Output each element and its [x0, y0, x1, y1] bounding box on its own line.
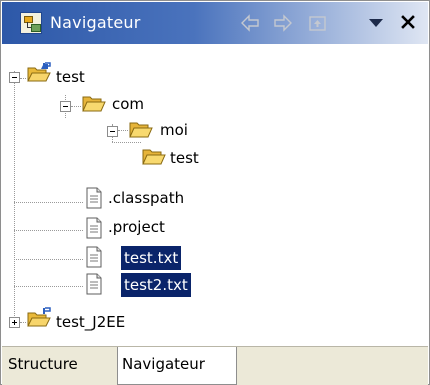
view-tab-bar: Structure Navigateur	[2, 346, 428, 385]
project-folder-icon	[27, 62, 51, 82]
tree-node-label: test2.txt	[121, 273, 191, 297]
file-icon	[86, 187, 102, 209]
view-title: Navigateur	[50, 13, 141, 32]
tree-node-label: .classpath	[108, 189, 185, 207]
view-menu-triangle-icon	[369, 19, 383, 27]
expand-toggle[interactable]	[9, 317, 20, 328]
view-menu-button[interactable]	[368, 17, 384, 35]
tree-node-label: moi	[160, 121, 188, 139]
folder-open-icon	[142, 149, 166, 165]
tree-node-label: test	[56, 68, 85, 86]
go-up-button[interactable]	[308, 14, 328, 32]
folder-open-icon	[129, 122, 153, 138]
back-button[interactable]	[240, 14, 260, 32]
file-icon	[86, 273, 102, 295]
navigator-view: Navigateur test com moi test .classpath …	[0, 0, 430, 385]
forward-button[interactable]	[273, 14, 293, 32]
tree-node-label: .project	[108, 218, 165, 236]
tree-node-label: test	[170, 149, 199, 167]
file-tree: test com moi test .classpath .project te…	[1, 45, 429, 345]
folder-open-icon	[82, 96, 106, 112]
close-view-button[interactable]	[399, 13, 417, 31]
close-icon	[401, 15, 415, 29]
tree-node-label: com	[112, 95, 145, 113]
view-title-bar: Navigateur	[2, 2, 428, 44]
collapse-toggle[interactable]	[60, 101, 71, 112]
file-icon	[86, 246, 102, 268]
tab-navigateur[interactable]: Navigateur	[117, 347, 237, 385]
tree-node-label: test_J2EE	[56, 313, 126, 331]
navigator-view-icon	[20, 12, 42, 34]
tree-node-label: test.txt	[121, 246, 182, 270]
go-up-icon	[309, 16, 326, 31]
tab-label: Structure	[8, 355, 78, 373]
tab-structure[interactable]: Structure	[4, 347, 112, 383]
arrow-left-icon	[241, 14, 259, 32]
arrow-right-icon	[274, 14, 292, 32]
project-folder-icon	[27, 307, 51, 327]
collapse-toggle[interactable]	[107, 126, 118, 137]
tab-label: Navigateur	[122, 355, 205, 373]
collapse-toggle[interactable]	[9, 72, 20, 83]
file-icon	[86, 217, 102, 239]
